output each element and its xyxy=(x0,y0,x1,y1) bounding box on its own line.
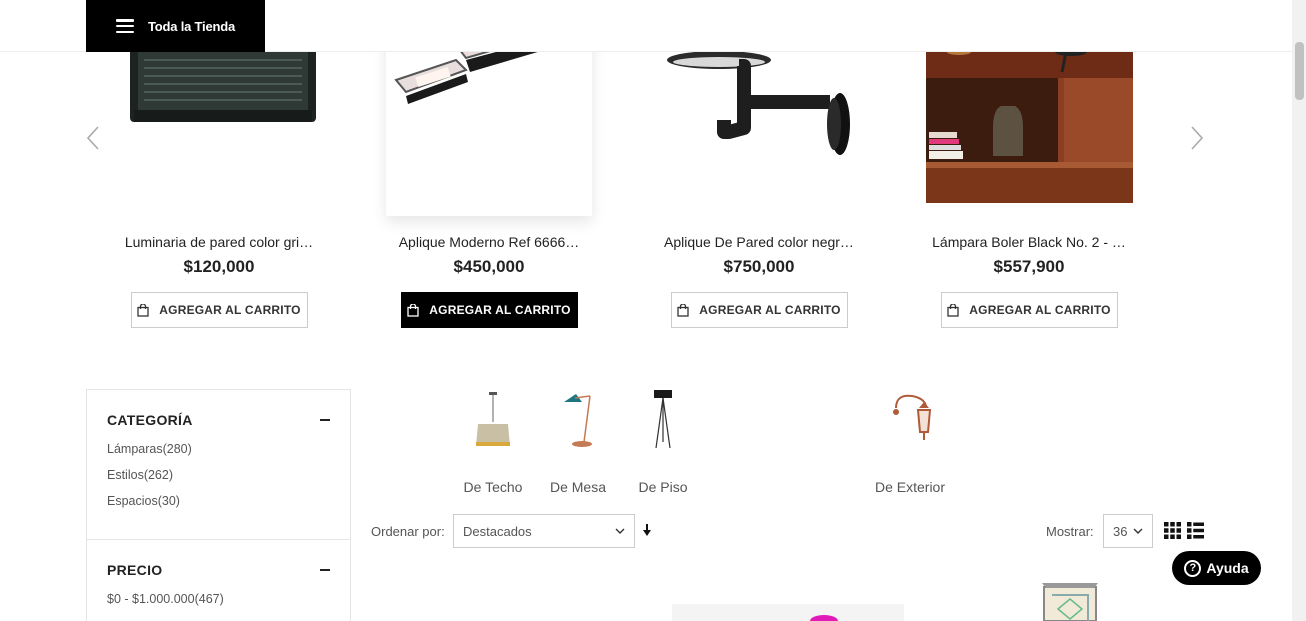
sort-select[interactable]: Destacados xyxy=(453,514,635,548)
help-chat-button[interactable]: ? Ayuda xyxy=(1172,551,1261,585)
question-icon: ? xyxy=(1184,559,1202,577)
show-label: Mostrar: xyxy=(1046,524,1094,539)
collapse-icon[interactable] xyxy=(320,569,330,571)
add-to-cart-label: AGREGAR AL CARRITO xyxy=(159,303,301,317)
category-de-piso[interactable]: De Piso xyxy=(634,385,692,495)
shopping-bag-icon xyxy=(137,303,149,317)
category-label: De Techo xyxy=(463,479,523,495)
carousel-next-arrow-icon[interactable] xyxy=(1188,124,1206,152)
outdoor-lantern-icon xyxy=(868,385,952,455)
page-scrollbar[interactable] xyxy=(1292,0,1306,621)
grid-view-icon[interactable] xyxy=(1164,522,1181,539)
product-image[interactable] xyxy=(672,604,904,621)
header-bar: Toda la Tienda xyxy=(0,0,1292,52)
add-to-cart-button[interactable]: AGREGAR AL CARRITO xyxy=(670,292,848,328)
sort-direction-arrow-icon[interactable] xyxy=(642,524,652,536)
shopping-bag-icon xyxy=(947,303,959,317)
category-label: De Mesa xyxy=(549,479,607,495)
help-label: Ayuda xyxy=(1206,560,1249,576)
add-to-cart-button[interactable]: AGREGAR AL CARRITO xyxy=(400,292,578,328)
all-store-menu-button[interactable]: Toda la Tienda xyxy=(86,0,265,52)
shopping-bag-icon xyxy=(407,303,419,317)
shopping-bag-icon xyxy=(677,303,689,317)
add-to-cart-label: AGREGAR AL CARRITO xyxy=(969,303,1111,317)
category-label: De Exterior xyxy=(874,479,946,495)
floor-lamp-icon xyxy=(634,385,692,455)
carousel-prev-arrow-icon[interactable] xyxy=(84,124,102,152)
category-filter-title: CATEGORÍA xyxy=(107,412,193,428)
product-title[interactable]: Aplique De Pared color negr… xyxy=(644,234,874,250)
filters-sidebar: CATEGORÍA Lámparas(280) Estilos(262) Esp… xyxy=(86,389,351,621)
category-de-techo[interactable]: De Techo xyxy=(459,385,527,495)
product-price: $450,000 xyxy=(453,257,525,276)
product-title[interactable]: Lámpara Boler Black No. 2 - … xyxy=(914,234,1144,250)
chevron-down-icon xyxy=(615,528,625,534)
scrollbar-thumb[interactable] xyxy=(1295,42,1304,100)
sort-label: Ordenar por: xyxy=(371,524,445,539)
chevron-down-icon xyxy=(1133,528,1143,534)
price-filter-header[interactable]: PRECIO xyxy=(107,562,330,578)
filter-item-espacios[interactable]: Espacios(30) xyxy=(107,493,330,519)
add-to-cart-label: AGREGAR AL CARRITO xyxy=(429,303,571,317)
desk-lamp-icon xyxy=(546,385,610,455)
add-to-cart-button[interactable]: AGREGAR AL CARRITO xyxy=(940,292,1118,328)
filter-item-estilos[interactable]: Estilos(262) xyxy=(107,467,330,493)
price-filter: PRECIO $0 - $1.000.000(467) xyxy=(87,539,350,617)
category-filter: CATEGORÍA Lámparas(280) Estilos(262) Esp… xyxy=(87,390,350,519)
product-title[interactable]: Aplique Moderno Ref 6666… xyxy=(374,234,604,250)
product-price: $120,000 xyxy=(183,257,255,276)
product-title[interactable]: Luminaria de pared color gri… xyxy=(104,234,334,250)
show-count-value: 36 xyxy=(1113,523,1128,539)
show-count-select[interactable]: 36 xyxy=(1103,514,1153,548)
category-label: De Piso xyxy=(638,479,688,495)
filter-item-lamparas[interactable]: Lámparas(280) xyxy=(107,441,330,467)
add-to-cart-button[interactable]: AGREGAR AL CARRITO xyxy=(130,292,308,328)
sort-select-value: Destacados xyxy=(463,523,532,539)
category-filter-header[interactable]: CATEGORÍA xyxy=(107,412,330,428)
product-price: $557,900 xyxy=(993,257,1065,276)
filter-item-price-range[interactable]: $0 - $1.000.000(467) xyxy=(107,591,330,617)
product-price: $750,000 xyxy=(723,257,795,276)
category-de-mesa[interactable]: De Mesa xyxy=(546,385,610,495)
collapse-icon[interactable] xyxy=(320,419,330,421)
hamburger-icon xyxy=(116,19,134,33)
category-de-exterior[interactable]: De Exterior xyxy=(868,385,952,495)
list-view-icon[interactable] xyxy=(1187,522,1204,539)
product-image[interactable] xyxy=(1038,579,1102,621)
pendant-lamp-icon xyxy=(459,385,527,455)
price-filter-title: PRECIO xyxy=(107,562,163,578)
add-to-cart-label: AGREGAR AL CARRITO xyxy=(699,303,841,317)
all-store-label: Toda la Tienda xyxy=(148,18,236,34)
